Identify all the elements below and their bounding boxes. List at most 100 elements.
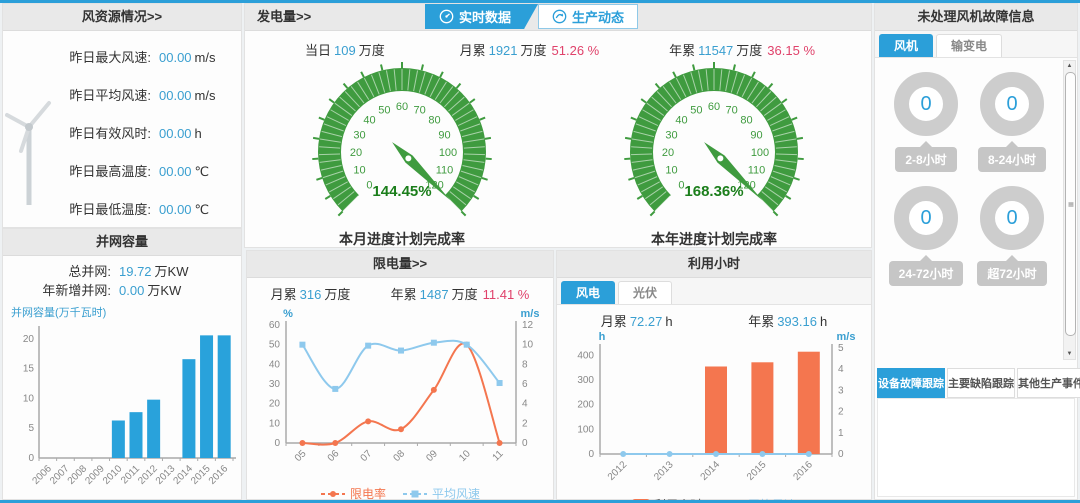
vertical-scrollbar[interactable]: ▲ ▦ ▼ [1063, 60, 1076, 360]
generation-stats: 当日109万度 月累1921万度51.26 % 年累11547万度36.15 % [245, 31, 871, 59]
svg-text:10: 10 [457, 448, 473, 464]
svg-text:10: 10 [269, 418, 281, 429]
tab-transmission[interactable]: 输变电 [936, 34, 1002, 57]
scroll-up-arrow-icon[interactable]: ▲ [1064, 61, 1075, 71]
svg-text:5: 5 [28, 423, 34, 434]
legend-wind-power[interactable]: 风电 [68, 498, 114, 503]
scrollbar-grip-icon: ▦ [1068, 201, 1073, 208]
fault-bottom-tabs: 设备故障跟踪 主要缺陷跟踪 其他生产事件 [875, 366, 1077, 398]
fault-scroll-area: 0 2-8小时 0 8-24小时 0 24-72小时 0 超72小时 ▲ [875, 58, 1077, 366]
svg-text:60: 60 [396, 101, 408, 113]
wind-resource-body: 昨日最大风速:00.00m/s 昨日平均风速:00.00m/s 昨日有效风时:0… [3, 31, 241, 228]
fault-info-panel: 未处理风机故障信息 风机 输变电 0 2-8小时 0 8-24小时 0 24-7… [874, 3, 1078, 500]
svg-text:2012: 2012 [136, 463, 160, 487]
fault-info-title: 未处理风机故障信息 [917, 9, 1034, 24]
svg-text:30: 30 [665, 129, 677, 141]
utilization-title: 利用小时 [688, 256, 740, 271]
svg-text:70: 70 [725, 105, 737, 117]
fault-donut-icon: 0 [980, 186, 1044, 250]
svg-text:30: 30 [269, 379, 281, 390]
svg-text:60: 60 [269, 320, 281, 331]
tab-label: 生产动态 [572, 7, 624, 26]
utilization-header: 利用小时 [557, 251, 871, 278]
svg-text:200: 200 [577, 400, 594, 411]
tab-turbine[interactable]: 风机 [879, 34, 933, 57]
stat-label: 昨日有效风时: [55, 115, 151, 153]
fault-tracking-content [877, 398, 1075, 497]
avg-wind-speed-line-icon [402, 489, 428, 499]
svg-text:10: 10 [522, 340, 534, 351]
tab-production-trend[interactable]: 生产动态 [538, 4, 638, 29]
tab-equipment-fault-tracking[interactable]: 设备故障跟踪 [877, 368, 945, 398]
stat-value: 00.00 [159, 164, 192, 179]
svg-text:m/s: m/s [521, 308, 540, 320]
svg-text:80: 80 [740, 114, 752, 126]
stat-value: 0.00 [119, 283, 144, 298]
tab-wind-power[interactable]: 风电 [561, 281, 615, 304]
svg-text:20: 20 [350, 147, 362, 159]
svg-text:400: 400 [577, 350, 594, 361]
svg-text:300: 300 [577, 375, 594, 386]
new-grid-row: 年新增并网:0.00万KW [3, 281, 241, 300]
svg-text:2014: 2014 [172, 463, 196, 487]
svg-text:1: 1 [838, 428, 844, 439]
svg-text:07: 07 [359, 448, 375, 464]
wind-resource-header[interactable]: 风资源情况>> [3, 4, 241, 31]
svg-text:110: 110 [436, 165, 454, 177]
svg-text:110: 110 [748, 165, 766, 177]
fault-donut-icon: 0 [894, 186, 958, 250]
stat-value: 00.00 [159, 202, 192, 217]
stat-unit: 万KW [155, 264, 189, 279]
fault-donut-icon: 0 [980, 72, 1044, 136]
legend-avg-wind-speed[interactable]: 平均风速 [402, 485, 480, 502]
svg-text:20: 20 [269, 399, 281, 410]
svg-text:2012: 2012 [606, 459, 630, 483]
svg-text:20: 20 [662, 147, 674, 159]
svg-text:40: 40 [269, 359, 281, 370]
fault-count: 0 [1006, 93, 1017, 116]
tab-realtime-data[interactable]: 实时数据 [425, 4, 538, 29]
yearly-curtailment-stat: 年累1487万度11.41 % [391, 284, 530, 303]
legend-utilization-hours[interactable]: 利用小时 [632, 496, 702, 503]
fault-cell-2-8h: 0 2-8小时 [883, 72, 969, 172]
fault-duration-badge: 2-8小时 [895, 147, 956, 172]
svg-text:%: % [283, 308, 293, 320]
fault-duration-badge: 24-72小时 [889, 261, 964, 286]
svg-text:2: 2 [838, 407, 844, 418]
stat-unit: h [195, 126, 202, 141]
svg-text:10: 10 [665, 165, 677, 177]
wind-stat-row-max-speed: 昨日最大风速:00.00m/s [55, 39, 241, 77]
fault-donut-icon: 0 [894, 72, 958, 136]
svg-text:100: 100 [751, 147, 769, 159]
grid-capacity-panel: 并网容量 总并网:19.72万KW 年新增并网:0.00万KW 并网容量(万千瓦… [2, 228, 242, 500]
scrollbar-thumb[interactable]: ▦ [1065, 72, 1076, 336]
legend-label: 平均风速 [748, 496, 796, 503]
svg-text:2010: 2010 [101, 463, 125, 487]
svg-text:09: 09 [424, 448, 440, 464]
grid-capacity-stats: 总并网:19.72万KW 年新增并网:0.00万KW [3, 256, 241, 300]
svg-text:h: h [599, 332, 606, 343]
svg-text:2016: 2016 [207, 463, 231, 487]
tab-major-defect-tracking[interactable]: 主要缺陷跟踪 [947, 368, 1015, 398]
fault-circles-grid: 0 2-8小时 0 8-24小时 0 24-72小时 0 超72小时 [875, 58, 1077, 292]
fault-count: 0 [920, 93, 931, 116]
tab-solar-power[interactable]: 光伏 [618, 281, 672, 304]
svg-text:2014: 2014 [699, 459, 723, 483]
svg-text:2016: 2016 [791, 459, 815, 483]
legend-curtailment-rate[interactable]: 限电率 [320, 485, 386, 502]
grid-capacity-title: 并网容量 [96, 234, 148, 249]
scroll-down-arrow-icon[interactable]: ▼ [1064, 349, 1075, 359]
generation-title[interactable]: 发电量>> [257, 9, 311, 24]
svg-text:6: 6 [522, 379, 528, 390]
grid-capacity-chart: 0510152020062007200820092010201120122013… [3, 320, 241, 497]
legend-avg-wind-speed-util[interactable]: 平均风速 [718, 496, 796, 503]
svg-text:30: 30 [353, 129, 365, 141]
svg-text:2015: 2015 [189, 463, 213, 487]
curtailment-title[interactable]: 限电量>> [373, 256, 427, 271]
tab-other-production-events[interactable]: 其他生产事件 [1017, 368, 1080, 398]
wind-stat-row-max-temp: 昨日最高温度:00.00℃ [55, 153, 241, 191]
utilization-stats: 月累72.27h 年累393.16h [557, 305, 871, 332]
yearly-utilization-stat: 年累393.16h [748, 311, 827, 330]
svg-text:50: 50 [269, 340, 281, 351]
legend-solar-power[interactable]: 光伏 [130, 498, 176, 503]
